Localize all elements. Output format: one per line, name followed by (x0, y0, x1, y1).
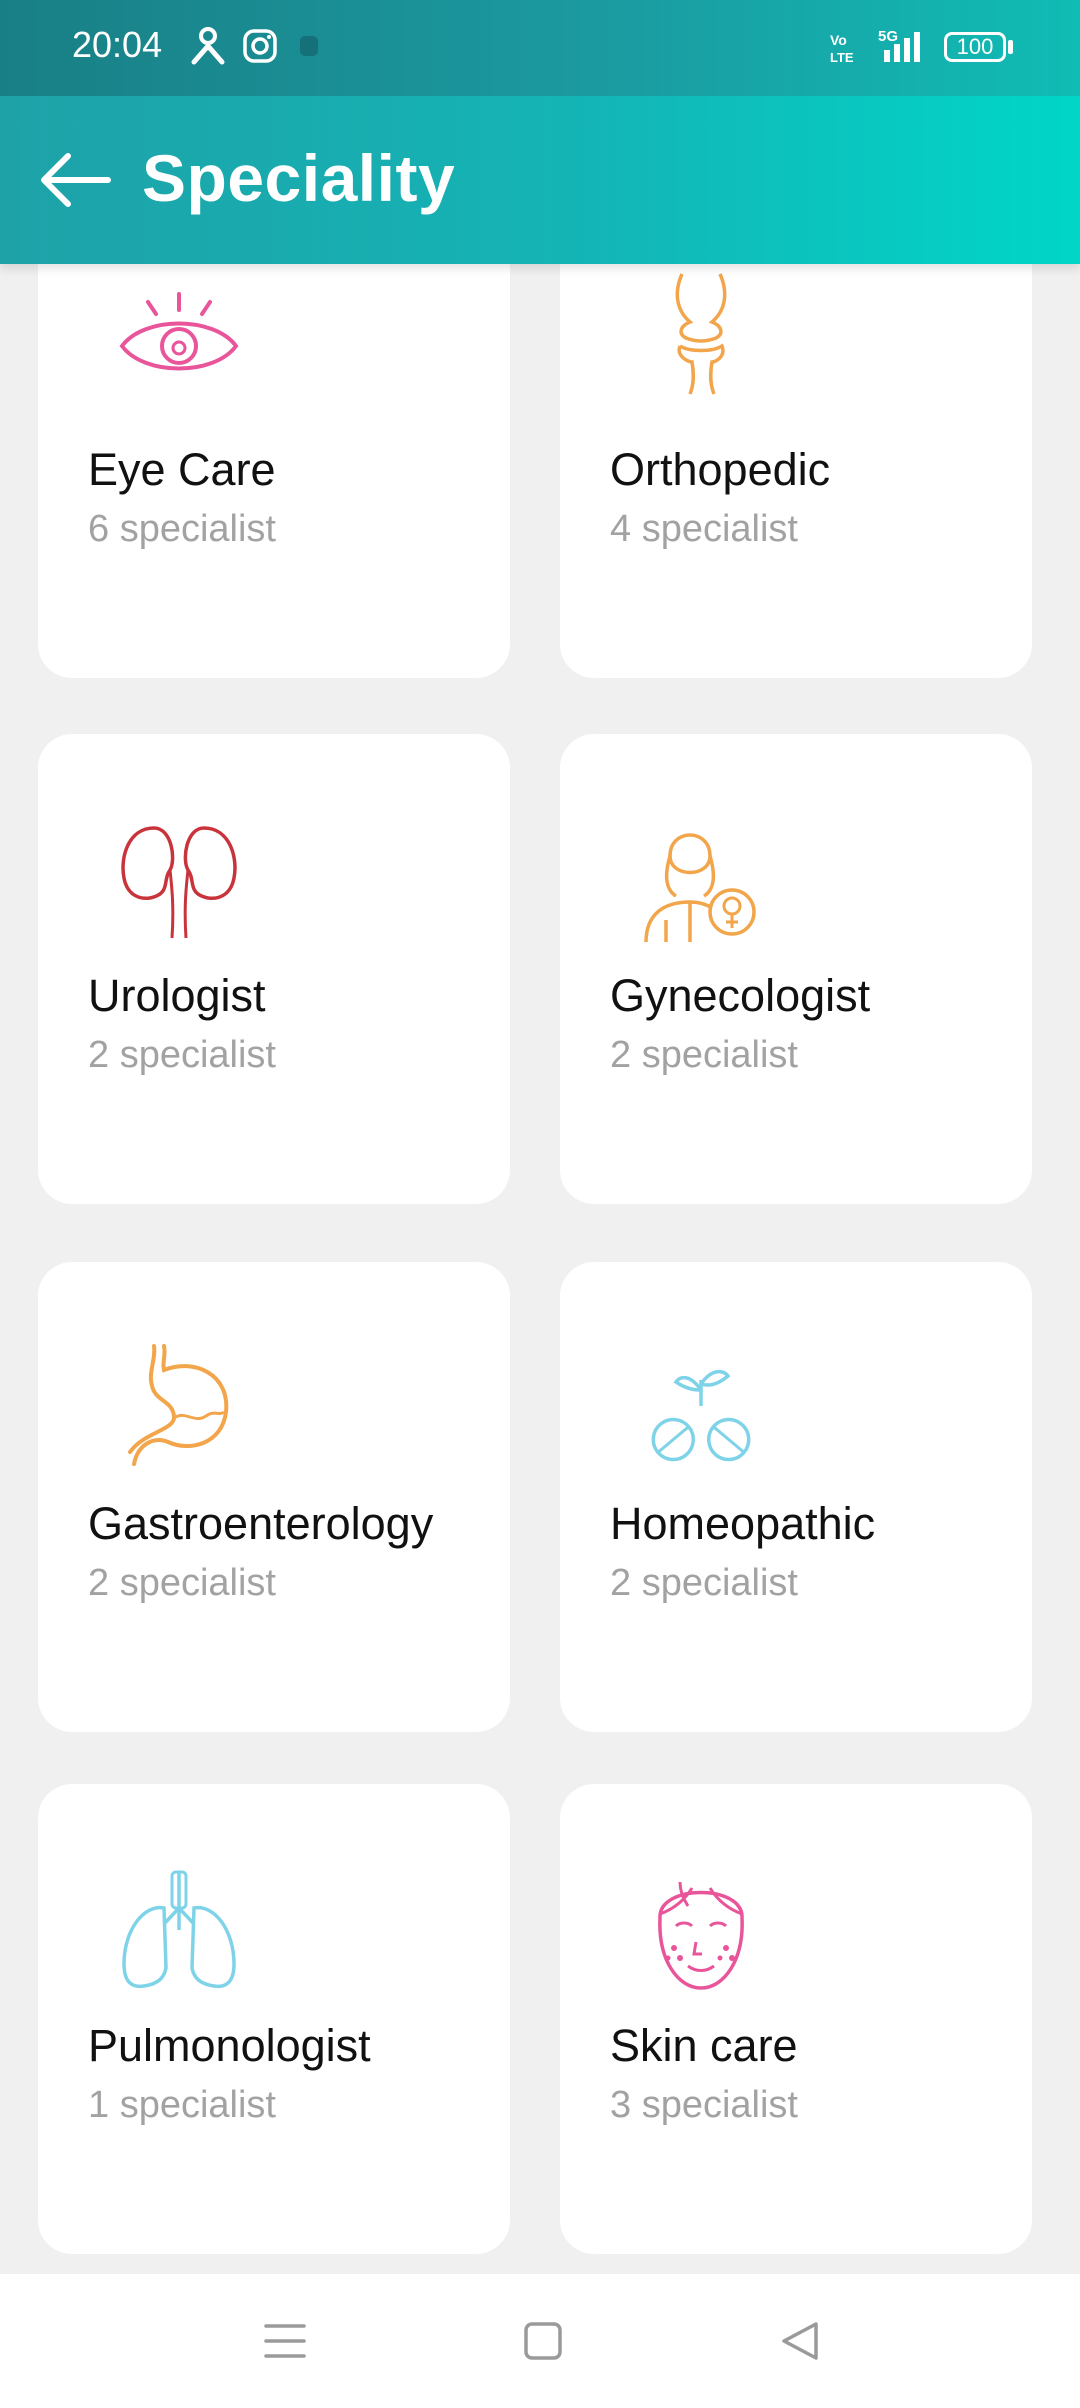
speciality-card-urologist[interactable]: Urologist 2 specialist (38, 734, 510, 1204)
speciality-name: Eye Care (88, 444, 276, 495)
speciality-name: Urologist (88, 970, 266, 1021)
bone-joint-icon (675, 273, 727, 395)
speciality-name: Orthopedic (610, 444, 831, 495)
battery-icon: 100 (944, 32, 1006, 62)
specialist-count: 2 specialist (610, 1034, 798, 1076)
specialist-count: 4 specialist (610, 508, 798, 550)
specialist-count: 2 specialist (610, 1562, 798, 1604)
eye-icon (119, 292, 239, 371)
instagram-icon (243, 29, 277, 63)
menu-icon[interactable] (260, 2316, 310, 2366)
speciality-name: Gynecologist (610, 970, 871, 1021)
specialist-count: 2 specialist (88, 1562, 276, 1604)
page-title: Speciality (142, 141, 456, 215)
specialist-count: 2 specialist (88, 1034, 276, 1076)
specialist-count: 1 specialist (88, 2084, 276, 2126)
face-skin-icon (658, 1881, 744, 1990)
signal-5g-icon: 5G (878, 28, 920, 62)
app-header-bar: 20:04 Vo LTE 5G 100 Speciality (0, 0, 1080, 264)
speciality-card-homeopathic[interactable]: Homeopathic 2 specialist (560, 1262, 1032, 1732)
speciality-card-pulmonologist[interactable]: Pulmonologist 1 specialist (38, 1784, 510, 2254)
battery-level: 100 (956, 34, 994, 59)
home-icon[interactable] (518, 2316, 568, 2366)
toolbar: Speciality (0, 96, 1080, 264)
speciality-card-orthopedic[interactable]: Orthopedic 4 specialist (560, 264, 1032, 678)
kidney-icon (121, 826, 237, 939)
notification-dot-icon (300, 36, 318, 56)
specialist-count: 6 specialist (88, 508, 276, 550)
speciality-card-gastroenterology[interactable]: Gastroenterology 2 specialist (38, 1262, 510, 1732)
speciality-name: Homeopathic (610, 1498, 876, 1549)
speciality-card-skin-care[interactable]: Skin care 3 specialist (560, 1784, 1032, 2254)
back-arrow-icon[interactable] (38, 148, 114, 212)
speciality-name: Skin care (610, 2020, 798, 2071)
stomach-icon (128, 1344, 229, 1466)
back-triangle-icon[interactable] (776, 2316, 826, 2366)
status-bar: 20:04 Vo LTE 5G 100 (0, 0, 1080, 96)
speciality-grid: Eye Care 6 specialist Orthopedic 4 speci… (0, 264, 1080, 2274)
female-doctor-icon (644, 833, 756, 943)
svg-text:5G: 5G (878, 28, 898, 45)
herbal-capsule-icon (651, 1369, 751, 1462)
status-time: 20:04 (72, 24, 163, 65)
svg-text:LTE: LTE (830, 50, 854, 65)
svg-text:Vo: Vo (830, 32, 847, 48)
specialist-count: 3 specialist (610, 2084, 798, 2126)
battery-tip (1008, 40, 1013, 54)
speciality-card-gynecologist[interactable]: Gynecologist 2 specialist (560, 734, 1032, 1204)
lungs-icon (122, 1870, 236, 1989)
speciality-name: Gastroenterology (88, 1498, 434, 1549)
system-nav-bar (0, 2274, 1080, 2408)
speciality-name: Pulmonologist (88, 2020, 371, 2071)
speciality-card-eye-care[interactable]: Eye Care 6 specialist (38, 264, 510, 678)
user-notification-icon (191, 27, 225, 65)
volte-icon: Vo LTE (830, 32, 854, 65)
